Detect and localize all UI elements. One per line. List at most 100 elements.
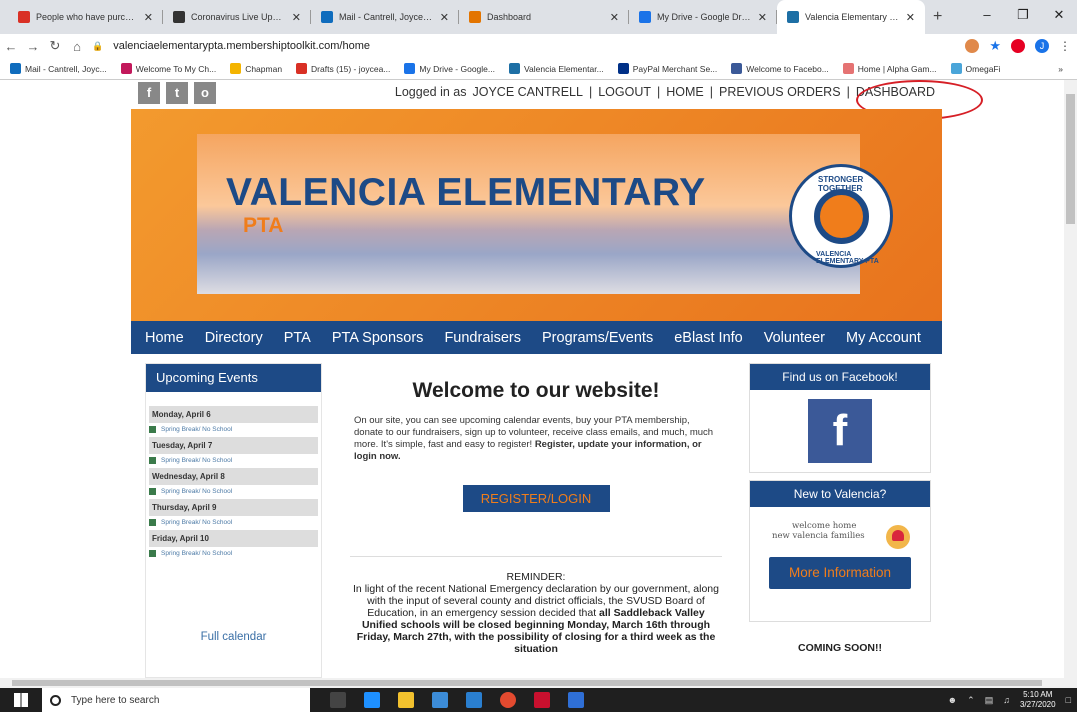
menu-item-my-account[interactable]: My Account xyxy=(846,330,921,346)
full-calendar-link[interactable]: Full calendar xyxy=(146,631,321,643)
facebook-icon[interactable]: f xyxy=(138,82,160,104)
bookmark-item[interactable]: Mail - Cantrell, Joyc... xyxy=(10,63,107,74)
tab-close-icon[interactable]: ✕ xyxy=(758,11,767,24)
browser-tab[interactable]: People who have purchasec ✕ xyxy=(8,0,163,34)
menu-dots-icon[interactable]: ⋮ xyxy=(1059,39,1071,53)
separator: | xyxy=(709,85,713,99)
windows-start-icon[interactable] xyxy=(8,688,34,712)
bookmark-favicon-icon xyxy=(230,63,242,74)
reload-icon[interactable]: ↻ xyxy=(44,38,66,54)
register-login-button[interactable]: REGISTER/LOGIN xyxy=(462,485,610,512)
profile-avatar[interactable]: J xyxy=(1035,39,1049,53)
notifications-icon[interactable]: □ xyxy=(1066,695,1071,705)
bookmark-item[interactable]: Chapman xyxy=(230,63,282,74)
bookmark-label: Valencia Elementar... xyxy=(523,63,604,74)
horizontal-scrollbar[interactable] xyxy=(0,678,1077,688)
task-view-icon[interactable] xyxy=(330,692,346,708)
tab-title: People who have purchasec xyxy=(36,12,138,22)
event-item[interactable]: Spring Break/ No School xyxy=(149,426,318,433)
banner-subtitle: PTA xyxy=(243,214,284,237)
tab-title: My Drive - Google Drive xyxy=(657,12,752,22)
store-icon[interactable] xyxy=(432,692,448,708)
seal-bottom-text: VALENCIA ELEMENTARY PTA xyxy=(816,251,879,265)
bookmark-item[interactable]: My Drive - Google... xyxy=(404,63,495,74)
new-tab-button[interactable]: + xyxy=(925,0,950,34)
event-item[interactable]: Spring Break/ No School xyxy=(149,488,318,495)
tab-close-icon[interactable]: ✕ xyxy=(144,11,153,24)
more-information-button[interactable]: More Information xyxy=(769,557,911,589)
tab-close-icon[interactable]: ✕ xyxy=(292,11,301,24)
clock[interactable]: 5:10 AM 3/27/2020 xyxy=(1020,690,1056,710)
minimize-icon[interactable]: – xyxy=(969,0,1005,30)
event-day-header: Tuesday, April 7 xyxy=(149,437,318,454)
reminder-title: REMINDER: xyxy=(506,571,566,583)
app-icon[interactable] xyxy=(568,692,584,708)
network-icon[interactable]: ▤ xyxy=(985,695,994,706)
browser-tab[interactable]: Mail - Cantrell, Joyce - Outl ✕ xyxy=(311,0,459,34)
bookmark-label: PayPal Merchant Se... xyxy=(632,63,718,74)
menu-item-pta[interactable]: PTA xyxy=(284,330,311,346)
menu-item-directory[interactable]: Directory xyxy=(205,330,263,346)
acrobat-icon[interactable] xyxy=(534,692,550,708)
menu-item-pta-sponsors[interactable]: PTA Sponsors xyxy=(332,330,424,346)
forward-icon[interactable]: → xyxy=(22,39,44,54)
bookmark-item[interactable]: OmegaFi xyxy=(950,63,1001,74)
bookmark-item[interactable]: PayPal Merchant Se... xyxy=(617,63,718,74)
bookmark-item[interactable]: Drafts (15) - joycea... xyxy=(296,63,390,74)
tab-close-icon[interactable]: ✕ xyxy=(440,11,449,24)
facebook-logo-icon[interactable]: f xyxy=(808,399,872,463)
clock-date: 3/27/2020 xyxy=(1019,700,1056,709)
bookmark-item[interactable]: Welcome to Facebo... xyxy=(731,63,829,74)
bookmark-item[interactable]: Valencia Elementar... xyxy=(508,63,604,74)
event-item[interactable]: Spring Break/ No School xyxy=(149,550,318,557)
previous-orders-link[interactable]: PREVIOUS ORDERS xyxy=(719,85,841,99)
file-explorer-icon[interactable] xyxy=(398,692,414,708)
banner-title: VALENCIA ELEMENTARY xyxy=(226,171,706,214)
taskbar-search-box[interactable]: Type here to search xyxy=(42,688,310,712)
bookmark-item[interactable]: Welcome To My Ch... xyxy=(120,63,216,74)
lock-icon[interactable]: 🔒 xyxy=(92,41,103,52)
tab-title: Dashboard xyxy=(487,12,532,22)
banner: STRONGER TOGETHER VALENCIA ELEMENTARY PT… xyxy=(131,109,942,321)
menu-item-volunteer[interactable]: Volunteer xyxy=(764,330,825,346)
home-icon[interactable]: ⌂ xyxy=(66,39,88,54)
bookmark-star-icon[interactable]: ★ xyxy=(989,38,1001,54)
close-window-icon[interactable]: ✕ xyxy=(1041,0,1077,30)
people-icon[interactable]: ☻ xyxy=(948,695,957,705)
back-icon[interactable]: ← xyxy=(0,39,22,54)
bookmarks-overflow-icon[interactable]: » xyxy=(1058,64,1063,74)
edge-icon[interactable] xyxy=(364,692,380,708)
tab-favicon-icon xyxy=(469,11,481,23)
tab-close-icon[interactable]: ✕ xyxy=(906,11,915,24)
scrollbar-thumb[interactable] xyxy=(1066,94,1075,224)
logout-link[interactable]: LOGOUT xyxy=(598,85,651,99)
menu-item-eblast-info[interactable]: eBlast Info xyxy=(674,330,743,346)
menu-item-fundraisers[interactable]: Fundraisers xyxy=(444,330,521,346)
separator: | xyxy=(846,85,850,99)
pinterest-icon[interactable] xyxy=(1011,39,1025,53)
chrome-icon[interactable] xyxy=(500,692,516,708)
menu-item-programs-events[interactable]: Programs/Events xyxy=(542,330,653,346)
home-link[interactable]: HOME xyxy=(666,85,704,99)
twitter-icon[interactable]: t xyxy=(166,82,188,104)
browser-tab[interactable]: My Drive - Google Drive ✕ xyxy=(629,0,777,34)
url-input[interactable]: valenciaelementarypta.membershiptoolkit.… xyxy=(113,40,370,52)
event-item[interactable]: Spring Break/ No School xyxy=(149,519,318,526)
bookmark-favicon-icon xyxy=(296,63,308,74)
volume-icon[interactable]: ♫ xyxy=(1003,695,1010,705)
tray-chevron-icon[interactable]: ⌃ xyxy=(967,695,975,706)
menu-item-home[interactable]: Home xyxy=(145,330,184,346)
mail-icon[interactable] xyxy=(466,692,482,708)
horizontal-scrollbar-thumb[interactable] xyxy=(12,680,1042,686)
browser-tab[interactable]: Valencia Elementary PTA - S ✕ xyxy=(777,0,925,34)
browser-tab[interactable]: Dashboard ✕ xyxy=(459,0,629,34)
tab-close-icon[interactable]: ✕ xyxy=(610,11,619,24)
bookmark-item[interactable]: Home | Alpha Gam... xyxy=(842,63,937,74)
extension-icon[interactable] xyxy=(965,39,980,53)
vertical-scrollbar[interactable] xyxy=(1064,80,1077,678)
event-item[interactable]: Spring Break/ No School xyxy=(149,457,318,464)
instagram-icon[interactable]: o xyxy=(194,82,216,104)
event-category-icon xyxy=(149,519,156,526)
browser-tab[interactable]: Coronavirus Live Updates: U ✕ xyxy=(163,0,311,34)
restore-icon[interactable]: ❐ xyxy=(1005,0,1041,30)
